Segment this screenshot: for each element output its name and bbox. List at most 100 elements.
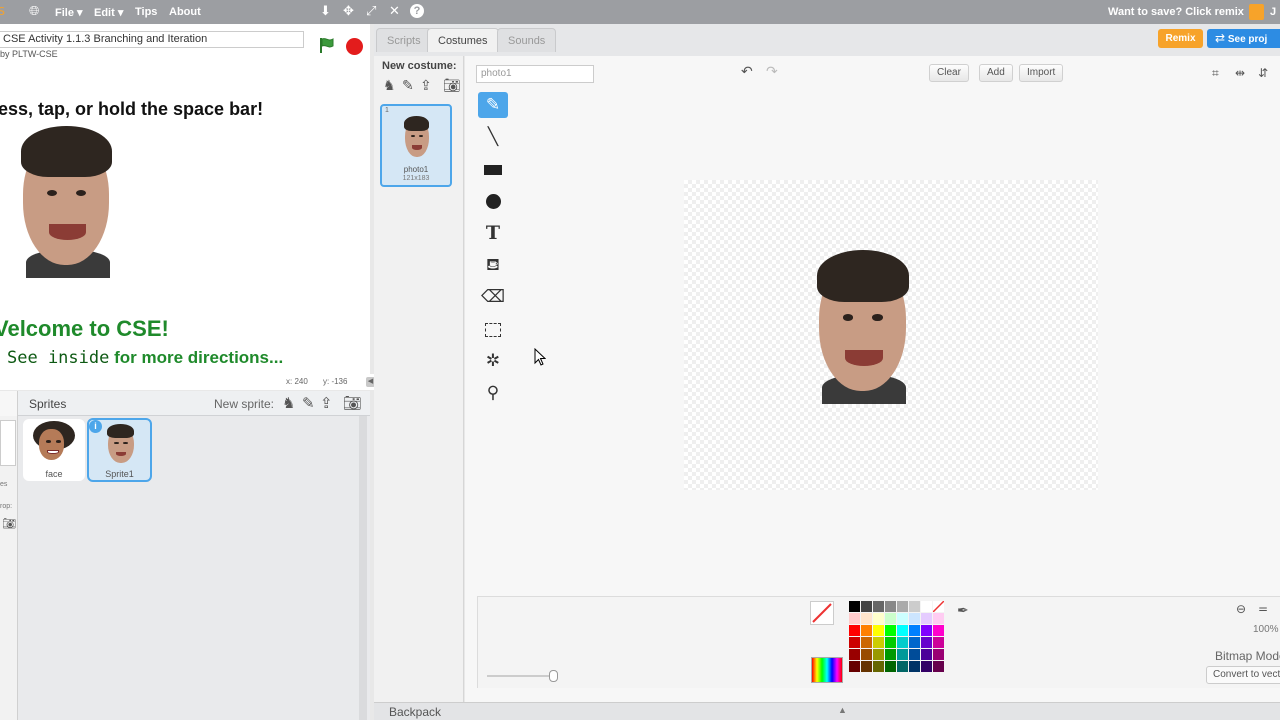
zoom-reset-icon[interactable]: = (1258, 602, 1268, 616)
color-swatch[interactable] (909, 649, 920, 660)
color-swatch[interactable] (921, 625, 932, 636)
costume-name-input[interactable]: photo1 (476, 65, 594, 83)
color-swatch[interactable] (933, 625, 944, 636)
clear-button[interactable]: Clear (929, 64, 969, 82)
color-swatch[interactable] (909, 625, 920, 636)
add-button[interactable]: Add (979, 64, 1013, 82)
color-swatch[interactable] (909, 637, 920, 648)
color-swatch[interactable] (933, 649, 944, 660)
color-swatch[interactable] (921, 637, 932, 648)
expand-backpack-icon[interactable]: ▲ (838, 705, 847, 715)
rectangle-tool[interactable] (478, 156, 508, 182)
brush-size-slider[interactable] (487, 675, 553, 677)
undo-icon[interactable]: ↶ (741, 64, 753, 80)
color-swatch[interactable] (849, 625, 860, 636)
color-swatch[interactable] (933, 613, 944, 624)
color-swatch[interactable] (921, 613, 932, 624)
about-menu[interactable]: About (169, 6, 201, 18)
color-swatch[interactable] (861, 625, 872, 636)
convert-to-vector-button[interactable]: Convert to vect (1206, 666, 1280, 684)
color-swatch[interactable] (873, 661, 884, 672)
text-tool[interactable]: T (478, 220, 508, 246)
sprite-item-face[interactable]: face (23, 419, 85, 481)
scratch-logo-icon[interactable]: S (0, 5, 5, 18)
color-swatch[interactable] (932, 600, 945, 613)
tab-scripts[interactable]: Scripts (376, 28, 432, 52)
cut-icon[interactable]: ✥ (343, 4, 354, 19)
choose-sprite-icon[interactable]: ♞ (282, 394, 295, 412)
redo-icon[interactable]: ↷ (766, 64, 778, 80)
brush-tool[interactable]: ✎ (478, 92, 508, 118)
color-swatch[interactable] (849, 649, 860, 660)
color-swatch[interactable] (885, 601, 896, 612)
color-swatch[interactable] (921, 649, 932, 660)
color-swatch[interactable] (921, 661, 932, 672)
color-swatch[interactable] (897, 625, 908, 636)
paint-canvas[interactable] (684, 180, 1098, 490)
fill-tool[interactable]: ⛾ (478, 252, 508, 278)
green-flag-icon[interactable] (318, 36, 336, 54)
color-swatch[interactable] (873, 649, 884, 660)
import-button[interactable]: Import (1019, 64, 1064, 82)
secondary-color-swatch[interactable] (810, 601, 834, 625)
stop-icon[interactable] (346, 38, 363, 55)
eraser-tool[interactable]: ⌫ (478, 284, 508, 310)
color-swatch-grid[interactable] (849, 600, 949, 685)
globe-icon[interactable]: 🌐︎ (29, 4, 39, 19)
color-swatch[interactable] (861, 637, 872, 648)
help-icon[interactable]: ? (410, 4, 424, 18)
color-swatch[interactable] (885, 637, 896, 648)
tips-menu[interactable]: Tips (135, 6, 157, 18)
project-title-input[interactable]: CSE Activity 1.1.3 Branching and Iterati… (0, 31, 304, 48)
color-swatch[interactable] (861, 661, 872, 672)
color-swatch[interactable] (873, 613, 884, 624)
backpack-bar[interactable]: Backpack ▲ (374, 702, 1280, 720)
color-swatch[interactable] (861, 649, 872, 660)
color-swatch[interactable] (849, 661, 860, 672)
info-icon[interactable]: i (89, 420, 102, 433)
duplicate-icon[interactable]: ⬇ (320, 4, 331, 19)
color-swatch[interactable] (897, 601, 908, 612)
color-swatch[interactable] (873, 601, 884, 612)
file-menu[interactable]: File ▾ (55, 6, 83, 19)
tab-costumes[interactable]: Costumes (427, 28, 499, 52)
choose-costume-icon[interactable]: ♞ (383, 78, 396, 94)
color-swatch[interactable] (873, 625, 884, 636)
brush-size-handle[interactable] (549, 670, 558, 682)
tab-sounds[interactable]: Sounds (497, 28, 557, 52)
edit-menu[interactable]: Edit ▾ (94, 6, 123, 19)
color-swatch[interactable] (885, 613, 896, 624)
camera-backdrop-icon[interactable]: 📷︎ (2, 517, 16, 530)
color-swatch[interactable] (933, 637, 944, 648)
color-swatch[interactable] (897, 649, 908, 660)
see-project-page-button[interactable]: ⇄ See proj (1207, 29, 1280, 48)
camera-sprite-icon[interactable]: 📷︎ (343, 394, 362, 412)
remix-button[interactable]: Remix (1158, 29, 1203, 48)
color-swatch[interactable] (909, 613, 920, 624)
camera-costume-icon[interactable]: 📷︎ (443, 78, 461, 94)
costume-item-photo1[interactable]: 1 photo1 121x183 (380, 104, 452, 187)
color-swatch[interactable] (909, 661, 920, 672)
color-swatch[interactable] (849, 637, 860, 648)
user-initial[interactable]: J (1270, 6, 1276, 18)
color-picker-gradient[interactable] (811, 657, 843, 683)
shrink-icon[interactable]: ✕ (389, 4, 400, 19)
color-swatch[interactable] (933, 661, 944, 672)
flip-horizontal-icon[interactable]: ⇹ (1235, 66, 1245, 80)
crop-icon[interactable]: ⌗ (1212, 66, 1219, 81)
stage[interactable]: ess, tap, or hold the space bar! Velcome… (0, 64, 370, 374)
color-swatch[interactable] (861, 601, 872, 612)
stamp-tool[interactable]: ⚲ (478, 380, 508, 406)
upload-sprite-icon[interactable]: ⇪ (320, 394, 333, 412)
color-swatch[interactable] (897, 661, 908, 672)
color-swatch[interactable] (861, 613, 872, 624)
upload-costume-icon[interactable]: ⇪ (420, 78, 432, 94)
color-swatch[interactable] (885, 649, 896, 660)
paint-costume-icon[interactable]: ✎ (402, 78, 414, 94)
color-swatch[interactable] (885, 625, 896, 636)
color-swatch[interactable] (873, 637, 884, 648)
flip-vertical-icon[interactable]: ⇵ (1258, 66, 1268, 80)
color-swatch[interactable] (921, 601, 932, 612)
grow-icon[interactable]: ⤢ (366, 4, 376, 19)
sprites-scrollbar[interactable] (359, 416, 367, 720)
